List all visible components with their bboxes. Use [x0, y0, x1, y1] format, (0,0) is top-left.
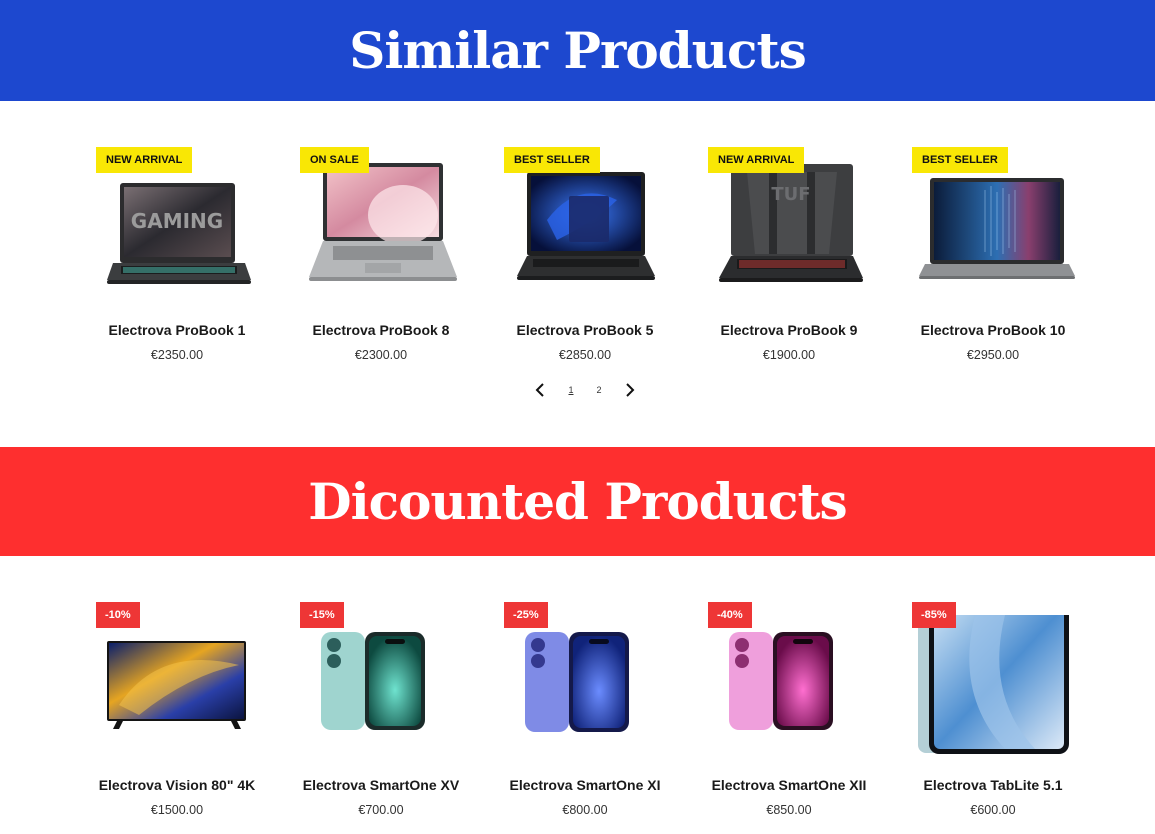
product-badge: NEW ARRIVAL: [708, 147, 805, 173]
product-price: €800.00: [562, 803, 608, 817]
product-price: €2850.00: [558, 348, 612, 362]
product-card[interactable]: BEST SELLER Electrova ProBook 10 €2950.0…: [891, 140, 1095, 375]
discounted-products-banner: Dicounted Products: [0, 447, 1155, 556]
discount-badge: -25%: [504, 602, 548, 628]
product-price: €600.00: [970, 803, 1016, 817]
discount-badge: -85%: [912, 602, 956, 628]
svg-text:TUF: TUF: [771, 184, 810, 205]
product-card[interactable]: -40% Electrova SmartOne XII €850.00: [687, 595, 891, 830]
chevron-left-icon[interactable]: [530, 380, 550, 400]
product-badge: NEW ARRIVAL: [96, 147, 193, 173]
product-name[interactable]: Electrova ProBook 9: [687, 322, 891, 338]
pagination: 1 2: [530, 380, 640, 400]
product-card[interactable]: -85% Electrova TabLite 5.1 €600.00: [891, 595, 1095, 830]
teal-phone-icon: [321, 632, 425, 730]
product-name[interactable]: Electrova Vision 80" 4K: [75, 777, 279, 793]
product-card[interactable]: -10% Electrova Vision 80" 4K €1500.00: [75, 595, 279, 830]
product-price: €1500.00: [150, 803, 204, 817]
product-price: €700.00: [358, 803, 404, 817]
silver-laptop-icon: [309, 163, 457, 281]
product-name[interactable]: Electrova SmartOne XV: [279, 777, 483, 793]
product-name[interactable]: Electrova SmartOne XII: [687, 777, 891, 793]
product-badge: ON SALE: [300, 147, 369, 173]
product-card[interactable]: BEST SELLER Electrova ProBook 5 €2850.00: [483, 140, 687, 375]
product-name[interactable]: Electrova SmartOne XI: [483, 777, 687, 793]
product-price: €1900.00: [762, 348, 816, 362]
product-price: €2300.00: [354, 348, 408, 362]
product-name[interactable]: Electrova ProBook 5: [483, 322, 687, 338]
similar-products-banner: Similar Products: [0, 0, 1155, 101]
product-name[interactable]: Electrova TabLite 5.1: [891, 777, 1095, 793]
tablet-icon: [918, 615, 1069, 754]
page-2-link[interactable]: 2: [592, 385, 606, 395]
similar-products-title: Similar Products: [349, 21, 806, 80]
product-name[interactable]: Electrova ProBook 10: [891, 322, 1095, 338]
product-card[interactable]: -15% Electrova SmartOne XV €700.00: [279, 595, 483, 830]
discount-badge: -15%: [300, 602, 344, 628]
discounted-products-title: Dicounted Products: [308, 472, 847, 531]
product-card[interactable]: ON SALE Electrova ProBook 8 €2300.00: [279, 140, 483, 375]
product-price: €2950.00: [966, 348, 1020, 362]
product-card[interactable]: NEW ARRIVAL GAMING Electrova ProBook 1 €…: [75, 140, 279, 375]
pink-phone-icon: [729, 632, 833, 730]
product-badge: BEST SELLER: [504, 147, 600, 173]
product-badge: BEST SELLER: [912, 147, 1008, 173]
product-card[interactable]: -25% Electrova SmartOne XI €800.00: [483, 595, 687, 830]
discount-badge: -40%: [708, 602, 752, 628]
business-laptop-icon: [919, 178, 1075, 279]
svg-text:GAMING: GAMING: [131, 209, 223, 233]
product-name[interactable]: Electrova ProBook 1: [75, 322, 279, 338]
discount-badge: -10%: [96, 602, 140, 628]
discounted-products-grid: -10% Electrova Vision 80" 4K €1500.00 -1…: [75, 595, 1095, 830]
product-card[interactable]: NEW ARRIVAL TUF Electrova ProBook 9 €190…: [687, 140, 891, 375]
page-1-link[interactable]: 1: [564, 385, 578, 395]
chevron-right-icon[interactable]: [620, 380, 640, 400]
blue-phone-icon: [525, 632, 629, 732]
tv-icon: [107, 641, 246, 729]
windows-laptop-icon: [517, 172, 655, 280]
tuf-laptop-icon: TUF: [719, 164, 863, 282]
product-name[interactable]: Electrova ProBook 8: [279, 322, 483, 338]
product-price: €850.00: [766, 803, 812, 817]
gaming-laptop-icon: GAMING: [107, 183, 251, 284]
product-price: €2350.00: [150, 348, 204, 362]
similar-products-grid: NEW ARRIVAL GAMING Electrova ProBook 1 €…: [75, 140, 1095, 375]
